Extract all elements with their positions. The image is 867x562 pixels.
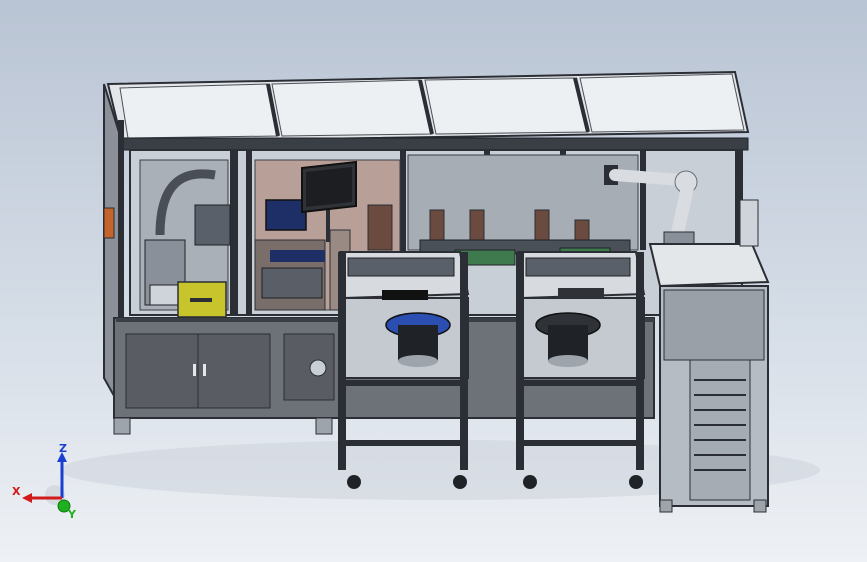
axis-triad: Z X Y <box>12 442 77 520</box>
x-axis-label: X <box>12 485 21 498</box>
output-module[interactable] <box>648 199 770 513</box>
machine-assembly-model[interactable] <box>0 0 867 562</box>
z-axis-label: Z <box>59 442 67 455</box>
y-axis-label: Y <box>67 508 77 520</box>
x-axis-arrow <box>22 493 32 503</box>
cad-viewport[interactable]: Z X Y <box>0 0 867 562</box>
